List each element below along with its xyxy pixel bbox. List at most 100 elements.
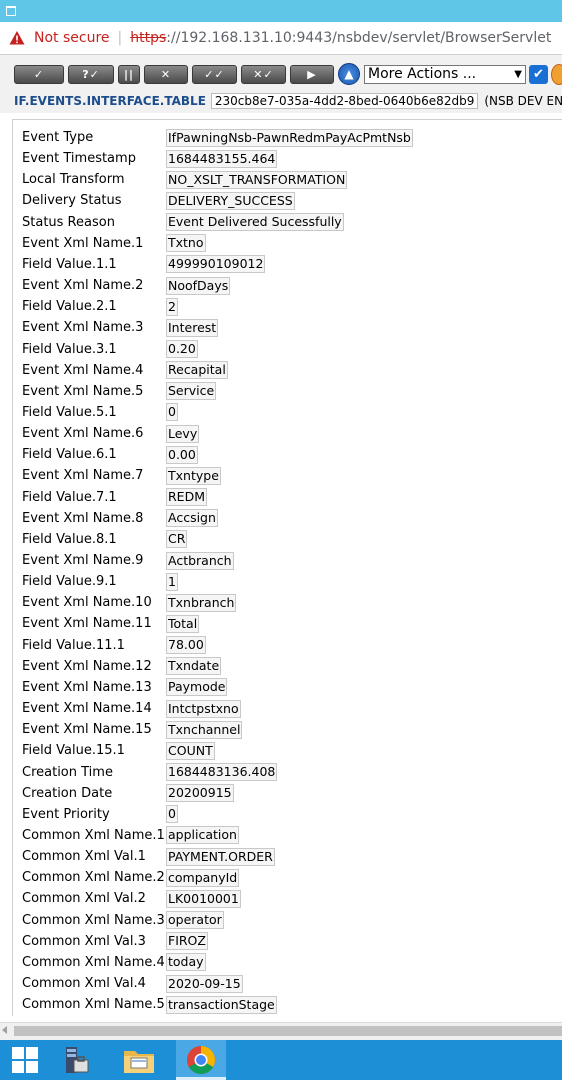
field-label: Field Value.5.1 (22, 404, 117, 420)
field-row: Event Xml Name.5 Service (22, 381, 217, 402)
field-row: Event Xml Name.3 Interest (22, 317, 219, 338)
field-value: 2 (166, 297, 178, 316)
field-value: NO_XSLT_TRANSFORMATION (166, 170, 348, 189)
field-row: Field Value.15.1 COUNT (22, 740, 215, 761)
field-label: Event Xml Name.2 (22, 278, 144, 294)
field-row: Common Xml Name.2 companyId (22, 867, 240, 888)
field-value: 1684483155.464 (166, 149, 278, 168)
field-row: Delivery Status DELIVERY_SUCCESS (22, 190, 295, 211)
field-value: 0.00 (166, 445, 198, 464)
field-value: Actbranch (166, 551, 234, 570)
server-manager-button[interactable] (51, 1040, 101, 1080)
go-check-icon[interactable]: ✔ (529, 64, 548, 84)
field-row: Common Xml Name.4 today (22, 952, 206, 973)
field-label: Event Xml Name.15 (22, 722, 152, 738)
authorise-button[interactable]: ✓✓ (192, 64, 237, 84)
field-value: Txndate (166, 657, 222, 676)
field-value: today (166, 953, 206, 972)
cancel-icon[interactable] (551, 63, 562, 85)
field-value: Event Delivered Sucessfully (166, 213, 344, 232)
field-label: Common Xml Val.3 (22, 933, 146, 949)
field-value: companyId (166, 868, 240, 887)
field-label: Field Value.15.1 (22, 743, 125, 759)
scroll-left-icon[interactable] (2, 1026, 7, 1034)
field-label: Event Xml Name.10 (22, 595, 152, 611)
reverse-button[interactable]: ✕✓ (241, 64, 286, 84)
field-label: Event Xml Name.8 (22, 510, 144, 526)
field-value: 0 (166, 805, 178, 824)
url-text[interactable]: ://192.168.131.10:9443/nsbdev/servlet/Br… (166, 30, 551, 46)
field-label: Common Xml Val.1 (22, 849, 146, 865)
field-row: Common Xml Val.2 LK0010001 (22, 888, 241, 909)
field-value: PAYMENT.ORDER (166, 847, 275, 866)
file-explorer-icon (124, 1051, 154, 1073)
field-label: Common Xml Val.2 (22, 891, 146, 907)
field-value: LK0010001 (166, 889, 241, 908)
record-id-field[interactable]: 230cb8e7-035a-4dd2-8bed-0640b6e82db9 (210, 93, 479, 109)
field-value: 0 (166, 403, 178, 422)
field-value: 2020-09-15 (166, 974, 243, 993)
field-value: FIROZ (166, 932, 208, 951)
more-actions-dropdown[interactable]: More Actions ... ▼ (364, 64, 526, 84)
warning-icon[interactable] (9, 30, 25, 46)
field-value: operator (166, 911, 224, 930)
up-arrow-icon[interactable]: ▲ (338, 63, 360, 85)
field-label: Creation Time (22, 764, 113, 780)
chrome-button[interactable] (176, 1040, 226, 1080)
field-label: Event Xml Name.9 (22, 553, 144, 568)
field-label: Field Value.2.1 (22, 299, 117, 315)
scrollbar-thumb[interactable] (14, 1026, 562, 1036)
taskbar (0, 1040, 562, 1080)
next-button[interactable]: ▶ (290, 64, 334, 84)
commit-button[interactable]: ✓ (14, 64, 64, 84)
field-label: Common Xml Val.4 (22, 976, 146, 991)
table-name: IF.EVENTS.INTERFACE.TABLE (14, 94, 206, 108)
field-value: REDM (166, 488, 207, 507)
field-label: Delivery Status (22, 193, 122, 209)
field-row: Event Xml Name.14 Intctpstxno (22, 698, 241, 719)
action-toolbar: ✓ ?✓ || ✕ ✓✓ ✕✓ ▶ ▲ More Actions ... ▼ ✔ (14, 63, 562, 85)
environment-label: (NSB DEV ENV (484, 94, 562, 108)
field-row: Field Value.7.1 REDM (22, 487, 207, 508)
address-separator: | (117, 30, 123, 46)
field-label: Common Xml Name.2 (22, 870, 165, 886)
field-row: Event Xml Name.2 NoofDays (22, 275, 231, 296)
field-label: Event Xml Name.1 (22, 235, 144, 251)
field-row: Event Priority 0 (22, 804, 178, 825)
security-label[interactable]: Not secure (34, 30, 110, 46)
field-row: Event Xml Name.15 Txnchannel (22, 719, 243, 740)
field-value: transactionStage (166, 995, 277, 1014)
field-label: Common Xml Name.4 (22, 954, 165, 970)
delete-button[interactable]: ✕ (144, 64, 188, 84)
field-row: Event Xml Name.4 Recapital (22, 360, 228, 381)
address-bar[interactable]: Not secure | https ://192.168.131.10:944… (0, 22, 562, 55)
field-label: Event Xml Name.11 (22, 616, 152, 632)
url-scheme[interactable]: https (130, 30, 166, 46)
field-label: Event Xml Name.14 (22, 701, 152, 717)
field-row: Field Value.11.1 78.00 (22, 635, 206, 656)
field-value: Txnchannel (166, 720, 243, 739)
field-row: Event Xml Name.10 Txnbranch (22, 592, 237, 613)
file-explorer-button[interactable] (114, 1040, 164, 1080)
restore-window-icon[interactable] (6, 6, 16, 16)
field-value: 78.00 (166, 636, 206, 655)
field-value: Interest (166, 318, 219, 337)
validate-button[interactable]: ?✓ (68, 64, 114, 84)
field-label: Common Xml Name.3 (22, 912, 165, 928)
field-label: Event Priority (22, 806, 110, 822)
horizontal-scrollbar[interactable] (0, 1022, 562, 1040)
chevron-down-icon: ▼ (514, 68, 522, 80)
field-value: COUNT (166, 741, 215, 760)
window-title-bar (0, 0, 562, 22)
start-button[interactable] (0, 1040, 50, 1080)
field-row: Field Value.1.1 499990109012 (22, 254, 266, 275)
field-label: Event Xml Name.3 (22, 320, 144, 336)
field-label: Event Timestamp (22, 151, 136, 167)
field-label: Field Value.7.1 (22, 489, 117, 505)
field-label: Event Xml Name.6 (22, 426, 144, 442)
field-label: Event Xml Name.12 (22, 658, 152, 674)
hold-button[interactable]: || (118, 64, 140, 84)
field-value: 499990109012 (166, 255, 266, 274)
field-row: Event Xml Name.8 Accsign (22, 508, 218, 529)
field-row: Event Type IfPawningNsb-PawnRedmPayAcPmtN… (22, 127, 413, 148)
